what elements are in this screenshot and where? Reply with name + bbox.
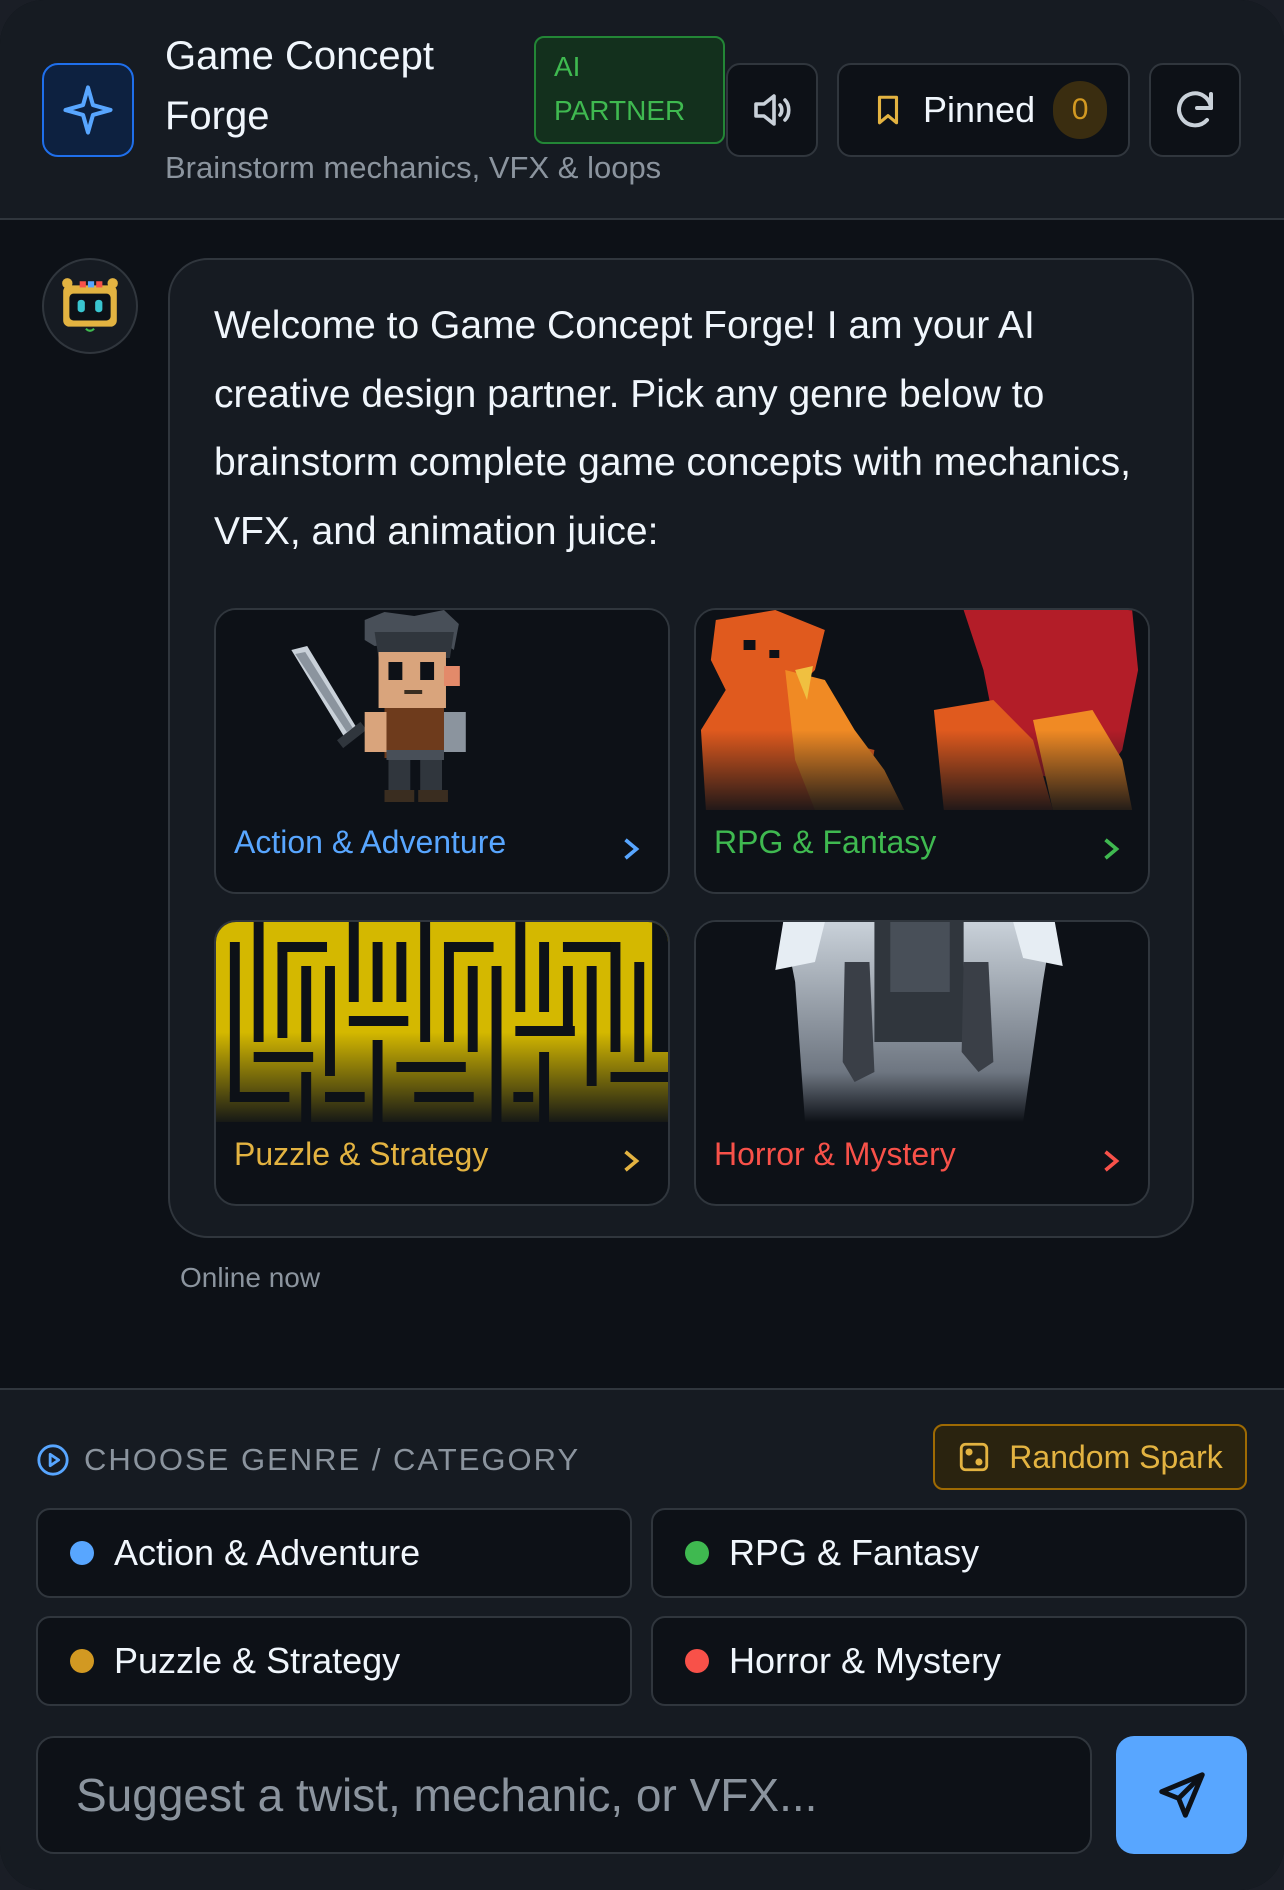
- online-status: Online now: [180, 1262, 321, 1293]
- genre-card-horror-mystery[interactable]: Horror & Mystery: [694, 920, 1150, 1206]
- card-label: Action & Adventure: [234, 824, 507, 860]
- sound-toggle-button[interactable]: [726, 63, 818, 157]
- random-spark-label: Random Spark: [1009, 1438, 1223, 1475]
- genre-chip-horror-mystery[interactable]: Horror & Mystery: [651, 1616, 1247, 1706]
- chevron-right-icon: [1104, 1150, 1120, 1172]
- genre-card-puzzle-strategy[interactable]: Puzzle & Strategy: [214, 920, 670, 1206]
- status-dot: [685, 1541, 709, 1565]
- play-circle-icon: [37, 1444, 69, 1476]
- welcome-message: Welcome to Game Concept Forge! I am your…: [214, 304, 1131, 553]
- chip-label: Horror & Mystery: [729, 1640, 1002, 1681]
- chip-label: Action & Adventure: [114, 1532, 421, 1573]
- card-label: Puzzle & Strategy: [234, 1136, 489, 1172]
- pinned-count-badge: 0: [1053, 81, 1108, 139]
- app-subtitle: Brainstorm mechanics, VFX & loops: [165, 150, 662, 185]
- send-button[interactable]: [1116, 1736, 1247, 1854]
- bookmark-icon: [877, 95, 899, 125]
- genre-panel: CHOOSE GENRE / CATEGORY Random Spark Act…: [0, 1388, 1284, 1890]
- genre-card-action-adventure[interactable]: Action & Adventure: [214, 608, 670, 894]
- maze-image: [216, 922, 668, 1122]
- genre-heading-label: CHOOSE GENRE / CATEGORY: [84, 1442, 581, 1477]
- app-title: Game Concept Forge: [165, 34, 435, 138]
- chevron-right-icon: [624, 838, 640, 860]
- card-label: Horror & Mystery: [714, 1136, 956, 1172]
- card-label: RPG & Fantasy: [714, 824, 937, 860]
- chip-label: RPG & Fantasy: [729, 1532, 980, 1573]
- dice-icon: [960, 1442, 989, 1472]
- ai-partner-badge: AI PARTNER: [534, 36, 725, 144]
- message-input[interactable]: [36, 1736, 1092, 1854]
- random-spark-button[interactable]: Random Spark: [933, 1424, 1247, 1490]
- genre-chip-puzzle-strategy[interactable]: Puzzle & Strategy: [36, 1616, 632, 1706]
- refresh-button[interactable]: [1149, 63, 1241, 157]
- pixel-knight-image: [216, 610, 668, 810]
- pinned-button[interactable]: Pinned 0: [837, 63, 1130, 157]
- send-icon: [1158, 1772, 1205, 1818]
- chevron-right-icon: [1104, 838, 1120, 860]
- pinned-label: Pinned: [923, 89, 1036, 130]
- genre-card-rpg-fantasy[interactable]: RPG & Fantasy: [694, 608, 1150, 894]
- chevron-right-icon: [624, 1150, 640, 1172]
- status-dot: [685, 1649, 709, 1673]
- header: Game Concept Forge Brainstorm mechanics,…: [0, 0, 1284, 220]
- status-dot: [70, 1649, 94, 1673]
- status-dot: [70, 1541, 94, 1565]
- assistant-message-bubble: Welcome to Game Concept Forge! I am your…: [168, 258, 1194, 1238]
- pixel-dragon-image: [696, 610, 1148, 810]
- speaker-icon: [754, 94, 791, 126]
- app-window: Game Concept Forge Brainstorm mechanics,…: [0, 0, 1284, 1890]
- genre-chip-rpg-fantasy[interactable]: RPG & Fantasy: [651, 1508, 1247, 1598]
- ghost-figure-image: [696, 922, 1148, 1122]
- refresh-icon: [1177, 91, 1213, 128]
- genre-chip-action-adventure[interactable]: Action & Adventure: [36, 1508, 632, 1598]
- sparkle-icon: [42, 63, 134, 157]
- genre-heading: CHOOSE GENRE / CATEGORY: [36, 1442, 580, 1478]
- chip-label: Puzzle & Strategy: [114, 1640, 401, 1681]
- bot-avatar: [42, 258, 138, 354]
- robot-icon: [62, 278, 118, 332]
